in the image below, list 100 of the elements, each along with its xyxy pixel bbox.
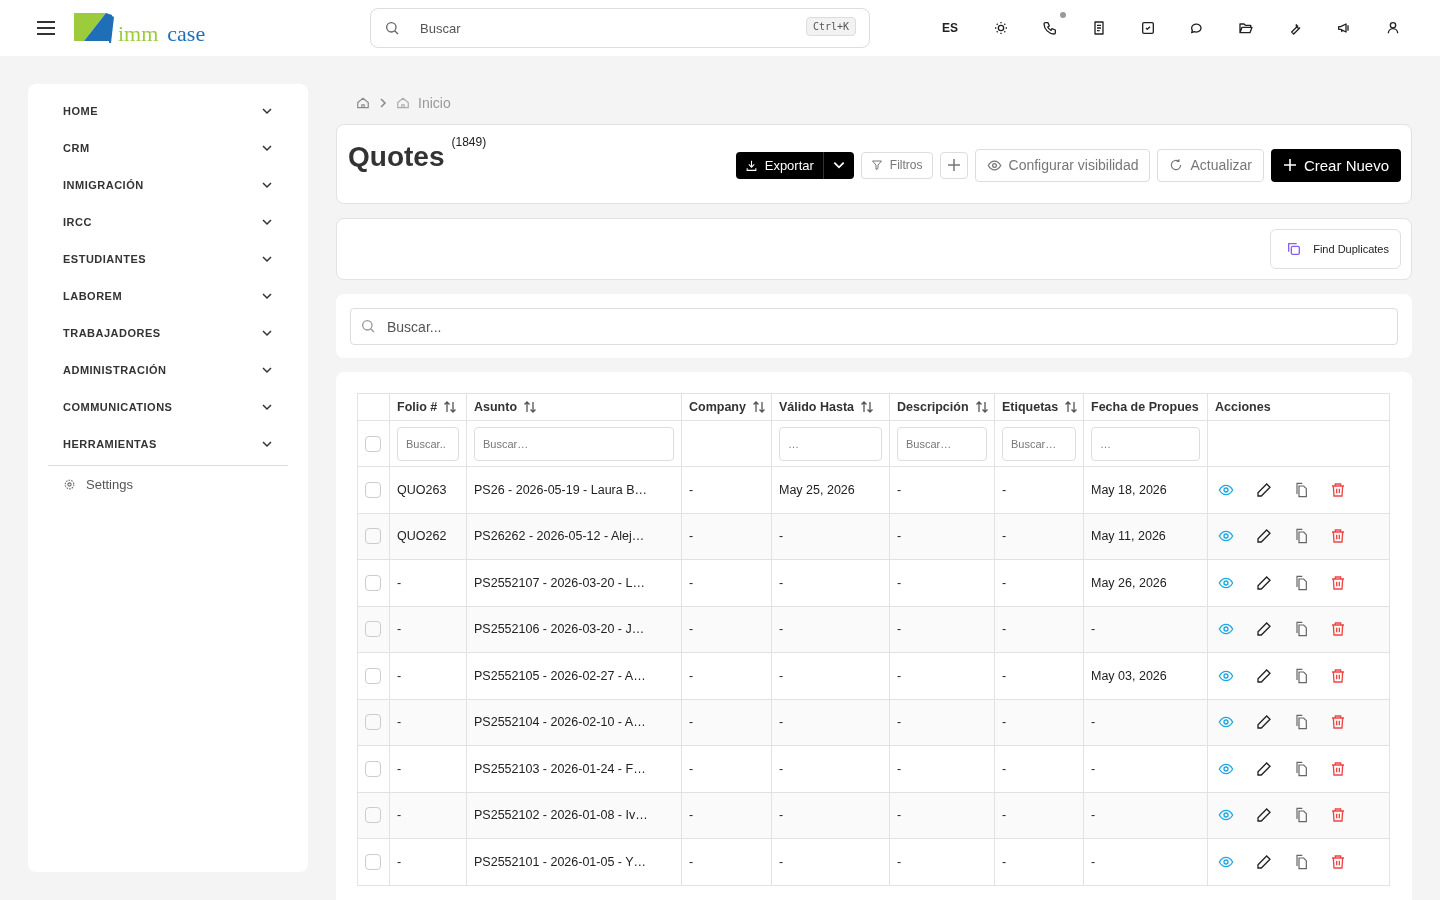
sidebar-item[interactable]: INMIGRACIÓN — [48, 166, 288, 204]
copy-icon[interactable] — [1294, 667, 1308, 684]
row-checkbox[interactable] — [365, 807, 381, 824]
sun-icon[interactable] — [993, 20, 1009, 36]
trash-icon[interactable] — [1330, 481, 1346, 498]
copy-icon[interactable] — [1294, 807, 1308, 824]
language-button[interactable]: ES — [942, 21, 958, 35]
search-field[interactable]: Buscar... — [350, 308, 1398, 345]
pencil-icon[interactable] — [1256, 760, 1272, 777]
row-checkbox[interactable] — [365, 853, 381, 870]
sidebar-item[interactable]: ESTUDIANTES — [48, 240, 288, 278]
trash-icon[interactable] — [1330, 528, 1346, 545]
column-header[interactable]: Company — [681, 393, 772, 421]
book-icon[interactable] — [1091, 20, 1107, 36]
column-header[interactable]: Fecha de Propues — [1083, 393, 1208, 421]
megaphone-icon[interactable] — [1336, 20, 1352, 36]
sort-icon[interactable] — [860, 400, 875, 414]
home-icon[interactable] — [356, 96, 370, 110]
sort-icon[interactable] — [1064, 400, 1079, 414]
add-button[interactable] — [939, 151, 968, 179]
row-checkbox[interactable] — [365, 667, 381, 684]
settings-link[interactable]: Settings — [48, 473, 288, 495]
copy-icon[interactable] — [1294, 621, 1308, 638]
row-checkbox[interactable] — [365, 714, 381, 731]
plus-icon — [946, 158, 961, 172]
refresh-icon — [1169, 158, 1184, 172]
folder-icon[interactable] — [1238, 20, 1254, 36]
row-checkbox[interactable] — [365, 481, 381, 498]
row-checkbox[interactable] — [365, 574, 381, 591]
trash-icon[interactable] — [1330, 574, 1346, 591]
trash-icon[interactable] — [1330, 807, 1346, 824]
refresh-button[interactable]: Actualizar — [1157, 148, 1264, 182]
phone-icon[interactable] — [1042, 20, 1058, 36]
export-menu-button[interactable] — [822, 151, 854, 179]
copy-icon[interactable] — [1294, 574, 1308, 591]
filter-field[interactable]: Buscar.. — [397, 426, 459, 461]
table-cell: - — [771, 606, 890, 653]
column-header[interactable]: Asunto — [466, 393, 682, 421]
trash-icon[interactable] — [1330, 714, 1346, 731]
sidebar-label: CRM — [63, 141, 90, 154]
pencil-icon[interactable] — [1256, 528, 1272, 545]
row-checkbox[interactable] — [365, 760, 381, 777]
copy-icon[interactable] — [1294, 853, 1308, 870]
sidebar-item[interactable]: HOME — [48, 92, 288, 130]
sidebar-item[interactable]: TRABAJADORES — [48, 314, 288, 352]
pencil-icon[interactable] — [1256, 853, 1272, 870]
sort-icon[interactable] — [523, 400, 538, 414]
chat-icon[interactable] — [1189, 20, 1205, 36]
table-cell: - — [681, 792, 772, 839]
table-cell: - — [1083, 838, 1208, 885]
pencil-icon[interactable] — [1256, 714, 1272, 731]
table-cell: - — [994, 699, 1084, 746]
pencil-icon[interactable] — [1256, 481, 1272, 498]
sidebar-item[interactable]: HERRAMIENTAS — [48, 425, 288, 463]
column-header[interactable]: Descripción — [889, 393, 995, 421]
trash-icon[interactable] — [1330, 853, 1346, 870]
copy-icon[interactable] — [1294, 481, 1308, 498]
filter-field[interactable]: Buscar… — [1002, 426, 1076, 461]
export-button[interactable]: Exportar — [735, 151, 823, 179]
create-button[interactable]: Crear Nuevo — [1270, 148, 1401, 182]
visibility-button[interactable]: Configurar visibilidad — [974, 148, 1151, 182]
filter-field[interactable]: Buscar… — [474, 426, 674, 461]
sort-icon[interactable] — [443, 400, 458, 414]
sidebar-item[interactable]: IRCC — [48, 203, 288, 241]
table-cell: - — [889, 745, 995, 792]
sidebar-item[interactable]: ADMINISTRACIÓN — [48, 351, 288, 389]
pencil-icon[interactable] — [1256, 621, 1272, 638]
column-header[interactable]: Acciones — [1207, 393, 1390, 421]
trash-icon[interactable] — [1330, 667, 1346, 684]
sidebar-item[interactable]: COMMUNICATIONS — [48, 388, 288, 426]
pencil-icon[interactable] — [1256, 667, 1272, 684]
row-checkbox[interactable] — [365, 528, 381, 545]
row-checkbox[interactable] — [365, 621, 381, 638]
filters-button[interactable]: Filtros — [860, 151, 933, 179]
sidebar-item[interactable]: CRM — [48, 129, 288, 167]
filter-field[interactable]: Buscar… — [897, 426, 987, 461]
filter-field[interactable]: … — [779, 426, 882, 461]
copy-icon[interactable] — [1294, 760, 1308, 777]
pencil-icon[interactable] — [1256, 807, 1272, 824]
sort-icon[interactable] — [751, 400, 766, 414]
sidebar-item[interactable]: LABOREM — [48, 277, 288, 315]
copy-icon — [1286, 241, 1303, 257]
copy-icon[interactable] — [1294, 528, 1308, 545]
select-all-checkbox[interactable] — [365, 435, 381, 452]
filter-field[interactable]: … — [1091, 426, 1200, 461]
trash-icon[interactable] — [1330, 621, 1346, 638]
user-icon[interactable] — [1385, 20, 1401, 36]
menu-icon[interactable] — [36, 20, 56, 36]
column-header[interactable]: Folio # — [389, 393, 467, 421]
download-icon — [744, 158, 758, 172]
find-duplicates-button[interactable]: Find Duplicates — [1270, 229, 1401, 269]
sort-icon[interactable] — [974, 400, 989, 414]
table-cell: - — [994, 745, 1084, 792]
pencil-icon[interactable] — [1256, 574, 1272, 591]
column-header[interactable]: Etiquetas — [994, 393, 1084, 421]
task-icon[interactable] — [1140, 20, 1156, 36]
table-cell: May 25, 2026 — [771, 466, 890, 513]
trash-icon[interactable] — [1330, 760, 1346, 777]
column-header[interactable]: Válido Hasta — [771, 393, 890, 421]
copy-icon[interactable] — [1294, 714, 1308, 731]
